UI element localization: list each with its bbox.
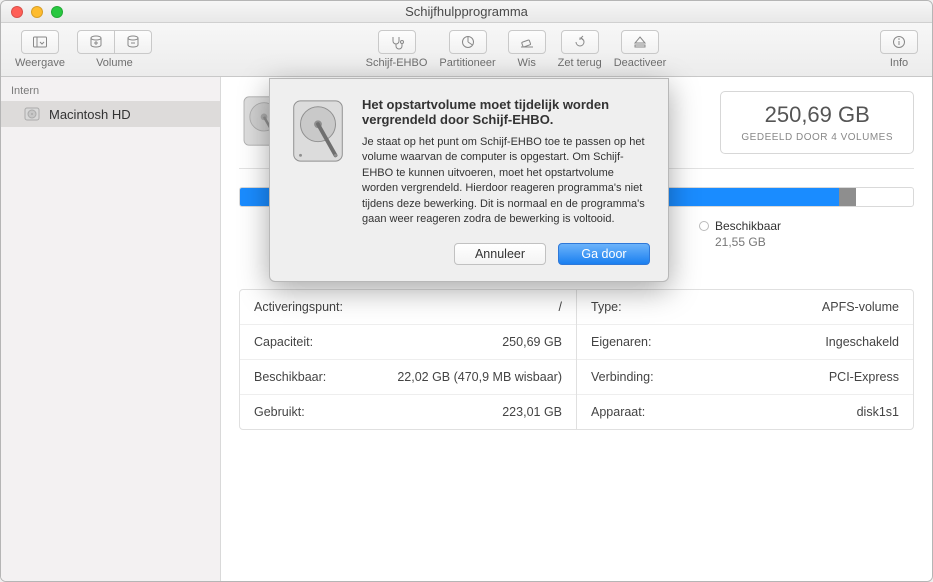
info-row: Apparaat:disk1s1 [577,395,913,429]
legend-free-label: Beschikbaar [715,219,781,233]
capacity-value: 250,69 GB [741,102,893,128]
view-label: Weergave [15,57,65,69]
pie-icon [460,34,476,50]
sidebar-view-icon [32,34,48,50]
info-button[interactable] [880,30,918,54]
legend-dot-free [699,221,709,231]
partition-button[interactable] [449,30,487,54]
continue-button[interactable]: Ga door [558,243,650,265]
disk-icon [23,105,41,123]
unmount-button[interactable] [621,30,659,54]
info-label: Info [890,57,908,69]
legend-free-value: 21,55 GB [715,235,781,249]
usage-bar-other [839,188,856,206]
erase-label: Wis [518,57,536,69]
capacity-subtitle: GEDEELD DOOR 4 VOLUMES [741,132,893,143]
volume-label: Volume [96,57,133,69]
sidebar-item-label: Macintosh HD [49,107,131,122]
restore-button[interactable] [561,30,599,54]
close-icon[interactable] [11,6,23,18]
toolbar: Weergave Volume Schijf-EHBO [1,23,932,77]
sidebar-section-internal: Intern [1,77,220,101]
zoom-icon[interactable] [51,6,63,18]
dialog-heading: Het opstartvolume moet tijdelijk worden … [362,97,650,127]
info-icon [891,34,907,50]
window-controls [1,6,63,18]
restore-icon [572,34,588,50]
first-aid-label: Schijf-EHBO [366,57,428,69]
sidebar: Intern Macintosh HD [1,77,221,581]
info-row: Type:APFS-volume [577,290,913,325]
app-window: Schijfhulpprogramma Weergave Volume [0,0,933,582]
info-row: Beschikbaar:22,02 GB (470,9 MB wisbaar) [240,360,576,395]
titlebar: Schijfhulpprogramma [1,1,932,23]
volume-minus-icon [125,34,141,50]
partition-label: Partitioneer [439,57,495,69]
erase-button[interactable] [508,30,546,54]
cancel-button[interactable]: Annuleer [454,243,546,265]
volume-remove-button[interactable] [114,30,152,54]
info-row: Eigenaren:Ingeschakeld [577,325,913,360]
info-row: Activeringspunt:/ [240,290,576,325]
sidebar-item-macintosh-hd[interactable]: Macintosh HD [1,101,220,127]
confirm-dialog: Het opstartvolume moet tijdelijk worden … [269,78,669,282]
first-aid-button[interactable] [378,30,416,54]
info-row: Gebruikt:223,01 GB [240,395,576,429]
window-title: Schijfhulpprogramma [1,4,932,19]
view-button[interactable] [21,30,59,54]
info-table: Activeringspunt:/ Capaciteit:250,69 GB B… [239,289,914,430]
erase-icon [519,34,535,50]
restore-label: Zet terug [558,57,602,69]
unmount-label: Deactiveer [614,57,667,69]
dialog-body: Je staat op het punt om Schijf-EHBO toe … [362,135,650,227]
volume-add-button[interactable] [77,30,115,54]
info-row: Verbinding:PCI-Express [577,360,913,395]
legend-free: Beschikbaar 21,55 GB [699,219,781,249]
dialog-disk-icon [288,97,348,227]
volume-plus-icon [88,34,104,50]
stethoscope-icon [389,34,405,50]
minimize-icon[interactable] [31,6,43,18]
info-row: Capaciteit:250,69 GB [240,325,576,360]
capacity-box: 250,69 GB GEDEELD DOOR 4 VOLUMES [720,91,914,154]
eject-icon [632,34,648,50]
